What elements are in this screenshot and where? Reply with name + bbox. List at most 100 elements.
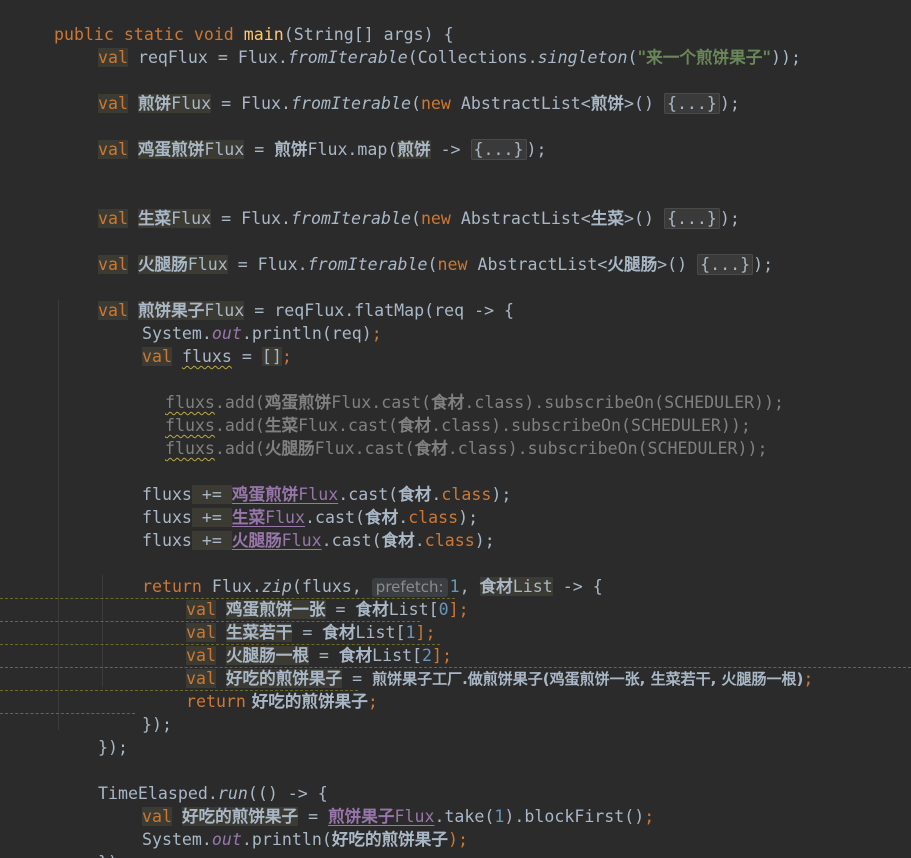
keyword: new	[420, 209, 451, 228]
code-text: .	[414, 531, 425, 550]
code-line[interactable]: fluxs += 生菜Flux.cast(食材.class);	[102, 483, 478, 527]
folded-code[interactable]: {...}	[663, 208, 720, 229]
code-text: .println(	[241, 830, 332, 849]
code-line[interactable]: val 火腿肠Flux = Flux.fromIterable(new Abst…	[58, 230, 773, 275]
folded-code[interactable]: {...}	[663, 93, 720, 114]
code-text: });	[98, 853, 128, 858]
code-text: =	[244, 140, 275, 159]
semicolon: ;	[803, 669, 814, 688]
code-text: );	[719, 209, 740, 228]
code-text: >()	[623, 94, 664, 113]
semicolon: ;	[371, 324, 382, 343]
string-literal: "来一个煎饼果子"	[637, 48, 771, 67]
code-line[interactable]: val 火腿肠一根 = 食材List[2];	[146, 621, 452, 665]
code-text: ).blockFirst()	[504, 807, 645, 826]
code-line[interactable]: return Flux.zip(fluxs, prefetch: 1, 食材Lis…	[102, 552, 603, 597]
code-line[interactable]: val 煎饼Flux = Flux.fromIterable(new Abstr…	[58, 69, 740, 114]
code-line[interactable]: System.out.println(好吃的煎饼果子);	[102, 805, 468, 849]
keyword: return	[185, 692, 246, 711]
code-line[interactable]: System.out.println(req);	[102, 299, 382, 343]
code-line[interactable]: val 生菜Flux = Flux.fromIterable(new Abstr…	[58, 184, 740, 229]
code-line[interactable]: val 煎饼果子Flux = reqFlux.flatMap(req -> {	[58, 276, 514, 320]
variable: Flux	[187, 255, 228, 274]
type-name: 食材	[381, 531, 415, 550]
code-text: = Flux.	[227, 255, 308, 274]
code-line[interactable]: val 鸡蛋煎饼一张 = 食材List[0];	[146, 575, 469, 619]
code-text: (	[410, 209, 421, 228]
keyword: class	[424, 531, 475, 550]
variable: 煎饼	[137, 94, 172, 113]
number-literal: 0	[438, 600, 449, 619]
code-line[interactable]: TimeElasped.run(() -> {	[58, 759, 328, 803]
code-line[interactable]: });	[58, 828, 128, 858]
folded-code[interactable]: {...}	[697, 254, 754, 275]
keyword: new	[420, 94, 451, 113]
variable: Flux	[171, 94, 212, 113]
code-text: );	[753, 255, 774, 274]
code-line[interactable]: val 好吃的煎饼果子 = 煎饼果子工厂.做煎饼果子(鸡蛋煎饼一张, 生菜若干,…	[146, 644, 813, 688]
code-text: 食材	[414, 439, 448, 458]
semicolon: ;	[281, 347, 292, 366]
code-comment[interactable]: fluxs.add(鸡蛋煎饼Flux.cast(食材.class).subscr…	[125, 368, 784, 412]
variable: 好吃的煎饼果子	[245, 692, 368, 711]
static-call: fromIterable	[291, 94, 411, 113]
static-field: out	[211, 830, 242, 849]
keyword: val	[97, 255, 128, 274]
field-reference: Flux	[281, 531, 322, 550]
code-text: >()	[623, 209, 664, 228]
variable: 火腿肠	[137, 255, 188, 274]
code-text: = Flux.	[211, 94, 292, 113]
number-literal: 1	[494, 807, 505, 826]
code-line[interactable]: return 好吃的煎饼果子;	[146, 667, 378, 711]
variable: fluxs	[181, 347, 232, 366]
code-text: AbstractList<	[450, 209, 591, 228]
code-text: >()	[657, 255, 698, 274]
keyword: val	[141, 347, 172, 366]
code-text: ));	[770, 48, 801, 67]
static-call: singleton	[537, 48, 628, 67]
variable: 煎饼	[274, 140, 308, 159]
code-line[interactable]: val fluxs = [];	[102, 322, 292, 366]
variable: 鸡蛋煎饼	[137, 140, 205, 159]
code-line[interactable]: });	[58, 713, 128, 757]
code-text: );	[474, 531, 495, 550]
code-line[interactable]: });	[102, 690, 172, 734]
type-name: 煎饼	[590, 94, 624, 113]
variable: Flux	[171, 209, 212, 228]
code-line[interactable]: val 好吃的煎饼果子 = 煎饼果子Flux.take(1).blockFirs…	[102, 782, 654, 826]
variable: fluxs	[164, 439, 215, 458]
code-text: (	[410, 94, 421, 113]
type-name: 生菜	[590, 209, 624, 228]
code-text: ->	[430, 140, 471, 159]
code-text: );	[526, 140, 547, 159]
code-comment[interactable]: fluxs.add(生菜Flux.cast(食材.class).subscrib…	[125, 391, 751, 435]
code-line[interactable]: val reqFlux = Flux.fromIterable(Collecti…	[58, 23, 801, 67]
lambda-param: List	[512, 577, 553, 596]
lambda-param: 食材	[479, 577, 513, 596]
code-line[interactable]: val 鸡蛋煎饼Flux = 煎饼Flux.map(煎饼 -> {...});	[58, 115, 546, 160]
code-text: =	[231, 347, 262, 366]
code-text: = Flux.	[207, 48, 288, 67]
keyword: val	[97, 48, 128, 67]
field-reference: 火腿肠	[231, 531, 282, 550]
code-line[interactable]: val 生菜若干 = 食材List[1];	[146, 598, 435, 642]
code-text: Flux.map(	[307, 140, 398, 159]
code-text: Flux.cast(	[314, 439, 415, 458]
code-comment[interactable]: fluxs.add(火腿肠Flux.cast(食材.class).subscri…	[125, 414, 767, 458]
semicolon: ;	[644, 807, 655, 826]
code-text: []	[261, 347, 282, 366]
code-text: );	[447, 830, 468, 849]
code-text: .add(	[214, 439, 265, 458]
code-text: (Collections.	[407, 48, 538, 67]
folded-code[interactable]: {...}	[470, 139, 527, 160]
code-line[interactable]: fluxs += 火腿肠Flux.cast(食材.class);	[102, 506, 495, 550]
code-text: = Flux.	[211, 209, 292, 228]
code-text: );	[719, 94, 740, 113]
code-line[interactable]: fluxs += 鸡蛋煎饼Flux.cast(食材.class);	[102, 460, 511, 504]
code-text: (	[427, 255, 438, 274]
code-line[interactable]: public static void main(String[] args) {	[14, 0, 454, 44]
keyword: new	[437, 255, 468, 274]
method-call: 煎饼果子工厂.做煎饼果子(鸡蛋煎饼一张, 生菜若干, 火腿肠一根)	[372, 670, 804, 688]
code-text: AbstractList<	[450, 94, 591, 113]
code-editor[interactable]: public static void main(String[] args) {…	[0, 0, 911, 858]
